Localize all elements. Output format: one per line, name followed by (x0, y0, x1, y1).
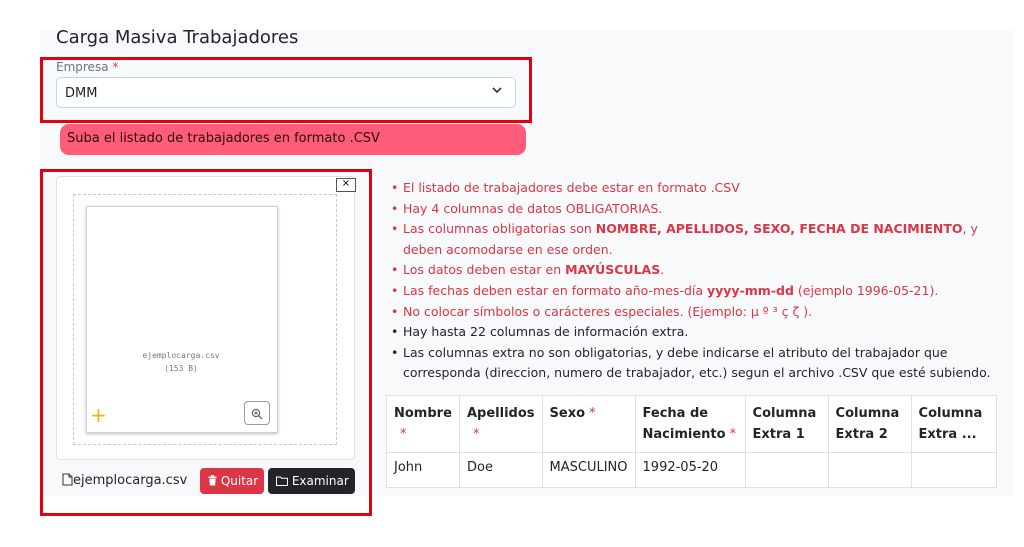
header-cell: Nombre * (386, 395, 460, 453)
columns-example-table: Nombre * Apellidos * Sexo * Fecha de Nacimi… (386, 395, 997, 488)
highlight-empresa (40, 57, 532, 123)
header-label: Columna Extra 2 (835, 406, 900, 442)
rule-text: Los datos deben estar en (403, 262, 566, 278)
table-cell: MASCULINO (541, 452, 636, 488)
list-item: No colocar símbolos o carácteres especia… (388, 302, 998, 323)
upload-alert: Suba el listado de trabajadores en forma… (60, 124, 526, 155)
rule-text: Las columnas obligatorias son (403, 221, 596, 237)
rule-text: No colocar símbolos o carácteres especia… (403, 303, 813, 319)
required-mark: * (729, 427, 737, 442)
header-cell: Sexo * (541, 395, 636, 453)
page-title: Carga Masiva Trabajadores (56, 27, 299, 48)
instructions-list: El listado de trabajadores debe estar en… (388, 178, 998, 384)
header-cell: Fecha de Nacimiento * (634, 395, 746, 453)
table-cell (910, 452, 997, 488)
rule-text: Hay 4 columnas de datos OBLIGATORIAS. (403, 200, 663, 216)
rule-text: Las fechas deben estar en formato año-me… (403, 282, 707, 298)
list-item: Las fechas deben estar en formato año-me… (388, 281, 998, 302)
rule-text: El listado de trabajadores debe estar en… (403, 180, 740, 195)
header-label: Nombre (394, 406, 452, 421)
list-item: Las columnas obligatorias son NOMBRE, AP… (388, 219, 998, 260)
list-item: Hay hasta 22 columnas de información ext… (388, 322, 998, 343)
required-mark: * (589, 406, 596, 421)
rule-text: . (660, 262, 665, 278)
rule-emphasis: yyyy-mm-dd (706, 282, 794, 298)
header-cell: Columna Extra 2 (827, 395, 912, 453)
header-label: Columna Extra 1 (752, 406, 817, 442)
header-cell: Columna Extra ... (910, 395, 997, 453)
table-cell: Doe (459, 452, 543, 488)
highlight-upload (40, 169, 372, 516)
table-cell: 1992-05-20 (634, 452, 746, 488)
header-label: Sexo (549, 406, 586, 421)
table-row: John Doe MASCULINO 1992-05-20 (386, 452, 997, 488)
rule-text: (ejemplo 1996-05-21). (793, 282, 939, 298)
header-cell: Columna Extra 1 (744, 395, 829, 453)
header-label: Columna Extra ... (918, 406, 983, 442)
rule-text: Hay hasta 22 columnas de información ext… (403, 324, 689, 340)
table-cell (744, 452, 829, 488)
rule-emphasis: MAYÚSCULAS (565, 262, 661, 278)
table-cell (827, 452, 912, 488)
list-item: Hay 4 columnas de datos OBLIGATORIAS. (388, 199, 998, 220)
table-cell: John (386, 452, 460, 488)
required-mark: * (473, 427, 480, 442)
rule-emphasis: NOMBRE, APELLIDOS, SEXO, FECHA DE NACIMI… (595, 221, 963, 237)
required-mark: * (400, 427, 407, 442)
list-item: El listado de trabajadores debe estar en… (388, 178, 998, 199)
list-item: Las columnas extra no son obligatorias, … (388, 343, 998, 384)
header-label: Apellidos (467, 406, 535, 421)
header-label: Fecha de Nacimiento (642, 406, 726, 442)
list-item: Los datos deben estar en MAYÚSCULAS. (388, 260, 998, 281)
header-cell: Apellidos * (459, 395, 543, 453)
table-header-row: Nombre * Apellidos * Sexo * Fecha de Nacimi… (386, 395, 997, 453)
rule-text: Las columnas extra no son obligatorias, … (403, 344, 991, 381)
